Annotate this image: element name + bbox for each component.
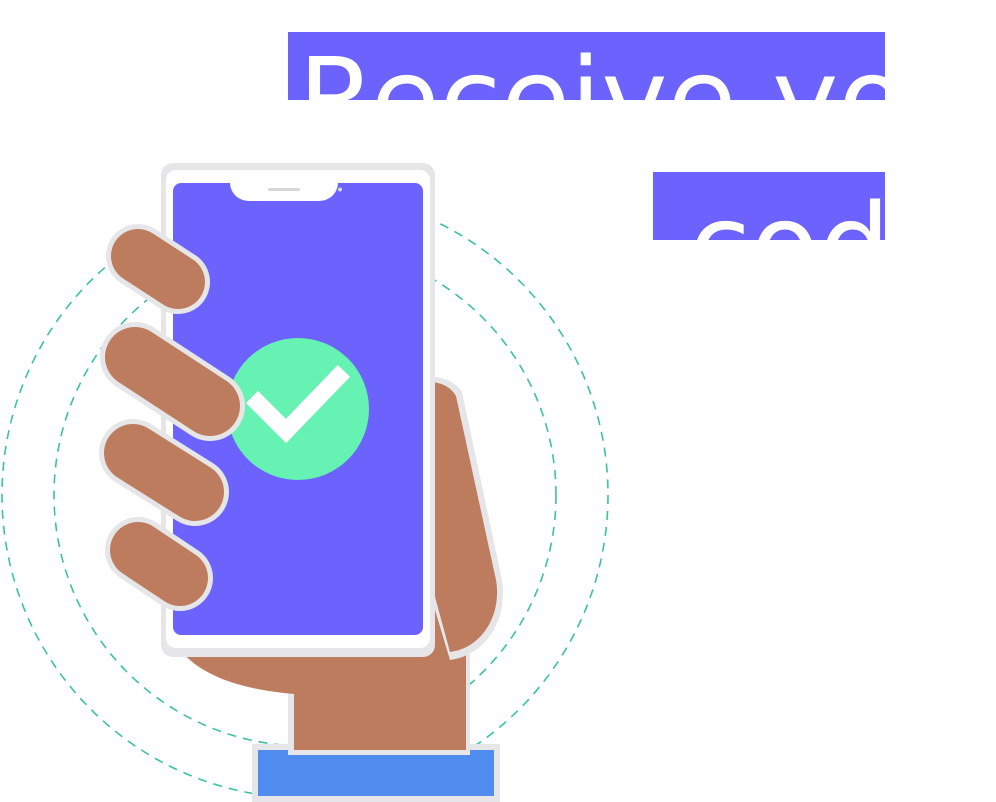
check-icon [227,338,369,480]
headline-line-1: Receive your [288,32,885,100]
verification-screen: Receive your code [0,0,996,802]
headline-line-2: code [653,172,885,240]
headline-line-1-text: Receive your [298,35,885,100]
phone-in-hand-illustration [1,163,609,802]
headline-line-2-text: code [689,190,885,240]
